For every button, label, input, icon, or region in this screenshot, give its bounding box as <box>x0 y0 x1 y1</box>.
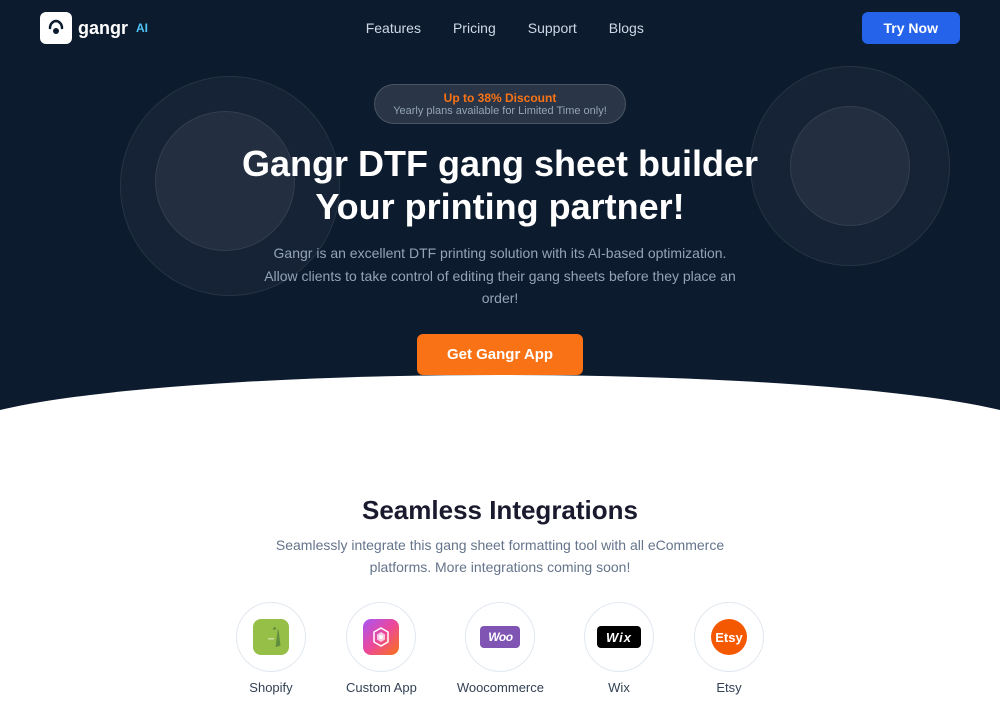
integration-item-woocommerce: Woo Woocommerce <box>457 602 544 695</box>
etsy-label: Etsy <box>716 680 741 695</box>
customapp-icon <box>363 619 399 655</box>
etsy-icon: Etsy <box>711 619 747 655</box>
shopify-circle <box>236 602 306 672</box>
hero-description: Gangr is an excellent DTF printing solut… <box>260 242 740 309</box>
integration-icons-list: Shopify Custom App Woo <box>40 602 960 695</box>
shopify-label: Shopify <box>249 680 292 695</box>
hero-title: Gangr DTF gang sheet builder Your printi… <box>242 142 758 228</box>
nav-features[interactable]: Features <box>366 20 421 36</box>
etsy-circle: Etsy <box>694 602 764 672</box>
customapp-label: Custom App <box>346 680 417 695</box>
wix-circle: Wix <box>584 602 654 672</box>
woocommerce-label: Woocommerce <box>457 680 544 695</box>
logo-icon <box>40 12 72 44</box>
integrations-section: Seamless Integrations Seamlessly integra… <box>0 465 1000 715</box>
try-now-button[interactable]: Try Now <box>862 12 960 44</box>
integration-item-shopify: Shopify <box>236 602 306 695</box>
nav-pricing[interactable]: Pricing <box>453 20 496 36</box>
wix-label: Wix <box>608 680 630 695</box>
nav-support[interactable]: Support <box>528 20 577 36</box>
discount-sub-text: Yearly plans available for Limited Time … <box>393 105 607 117</box>
nav-blogs[interactable]: Blogs <box>609 20 644 36</box>
logo-text: gangr <box>78 18 128 39</box>
integrations-title: Seamless Integrations <box>40 495 960 526</box>
navbar: gangr AI Features Pricing Support Blogs … <box>0 0 1000 56</box>
nav-links: Features Pricing Support Blogs <box>366 20 644 36</box>
shopify-icon <box>253 619 289 655</box>
decorative-circle-4 <box>790 106 910 226</box>
hero-section: Up to 38% Discount Yearly plans availabl… <box>0 56 1000 435</box>
integration-item-etsy: Etsy Etsy <box>694 602 764 695</box>
woocommerce-icon: Woo <box>480 626 520 648</box>
integration-item-customapp: Custom App <box>346 602 417 695</box>
logo-ai-badge: AI <box>136 21 148 35</box>
discount-badge: Up to 38% Discount Yearly plans availabl… <box>374 84 626 124</box>
integrations-description: Seamlessly integrate this gang sheet for… <box>260 534 740 579</box>
customapp-circle <box>346 602 416 672</box>
woocommerce-circle: Woo <box>465 602 535 672</box>
get-app-button[interactable]: Get Gangr App <box>417 334 583 375</box>
wix-icon: Wix <box>597 626 641 648</box>
logo: gangr AI <box>40 12 148 44</box>
discount-top-text: Up to 38% Discount <box>393 91 607 105</box>
integration-item-wix: Wix Wix <box>584 602 654 695</box>
